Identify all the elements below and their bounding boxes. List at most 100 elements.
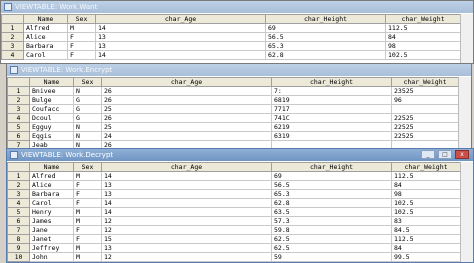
column-header[interactable]: char_Age — [95, 14, 266, 24]
row-number[interactable]: 2 — [7, 180, 30, 190]
table-cell[interactable]: 62.8 — [271, 198, 392, 208]
window-title-bar[interactable]: VIEWTABLE: Work.Want — [1, 1, 473, 13]
table-row[interactable]: 7 Jane F 12 59.8 84.5 — [7, 225, 461, 235]
table-cell[interactable]: Eqgis — [29, 131, 74, 141]
table-cell[interactable]: 25 — [101, 122, 272, 132]
table-cell[interactable]: 6319 — [271, 131, 392, 141]
table-row[interactable]: 2 Alice F 13 56.5 84 — [7, 180, 461, 190]
table-cell[interactable]: N — [73, 131, 102, 141]
table-cell[interactable]: F — [73, 189, 102, 199]
column-header[interactable]: Sex — [67, 14, 96, 24]
table-cell[interactable]: 99.5 — [391, 252, 461, 262]
table-cell[interactable]: 69 — [265, 23, 386, 33]
table-cell[interactable]: Bnivee — [29, 86, 74, 96]
row-number[interactable]: 5 — [7, 122, 30, 132]
row-number[interactable]: 7 — [7, 225, 30, 235]
table-cell[interactable]: Dcoul — [29, 113, 74, 123]
table-cell[interactable]: 59.8 — [271, 225, 392, 235]
table-cell[interactable]: 13 — [95, 32, 266, 42]
table-cell[interactable]: M — [73, 207, 102, 217]
table-row[interactable]: 2 Bulge G 26 6819 96 — [7, 95, 459, 105]
table-cell[interactable]: 98 — [385, 41, 461, 51]
row-number[interactable]: 2 — [1, 32, 24, 42]
table-cell[interactable]: 65.3 — [265, 41, 386, 51]
table-cell[interactable]: 102.5 — [385, 50, 461, 60]
table-cell[interactable]: M — [73, 216, 102, 226]
table-cell[interactable]: 62.8 — [265, 50, 386, 60]
window-title-bar[interactable]: VIEWTABLE: Work.Decrypt _ □ x — [7, 149, 473, 161]
row-number[interactable]: 4 — [7, 113, 30, 123]
table-cell[interactable]: 57.3 — [271, 216, 392, 226]
table-row[interactable]: 6 Eqgis N 24 6319 22525 — [7, 131, 459, 141]
table-row[interactable]: 8 Janet F 15 62.5 112.5 — [7, 234, 461, 244]
table-cell[interactable] — [391, 104, 459, 114]
row-number[interactable]: 3 — [7, 189, 30, 199]
table-cell[interactable]: 112.5 — [391, 234, 461, 244]
table-cell[interactable]: F — [73, 234, 102, 244]
column-header[interactable]: Name — [29, 162, 74, 172]
table-cell[interactable]: 13 — [101, 243, 272, 253]
row-number[interactable]: 9 — [7, 243, 30, 253]
column-header[interactable]: char_Height — [265, 14, 386, 24]
column-header[interactable]: char_Age — [101, 162, 272, 172]
table-row[interactable]: 1 Alfred M 14 69 112.5 — [1, 23, 461, 33]
table-cell[interactable]: 84.5 — [391, 225, 461, 235]
table-cell[interactable]: Barbara — [23, 41, 68, 51]
table-cell[interactable]: N — [73, 86, 102, 96]
table-row[interactable]: 4 Dcoul G 26 741C 22525 — [7, 113, 459, 123]
table-cell[interactable]: John — [29, 252, 74, 262]
table-cell[interactable]: Jeffrey — [29, 243, 74, 253]
row-number[interactable]: 1 — [1, 23, 24, 33]
table-cell[interactable]: F — [67, 32, 96, 42]
data-grid[interactable]: Name Sex char_Age char_Height char_Weight 1 Al… — [1, 14, 461, 60]
table-cell[interactable]: 22525 — [391, 131, 459, 141]
row-number[interactable]: 5 — [7, 207, 30, 217]
row-number[interactable]: 1 — [7, 86, 30, 96]
close-button[interactable]: x — [455, 150, 469, 159]
column-header[interactable]: char_Weight — [391, 162, 461, 172]
column-header[interactable]: char_Height — [271, 162, 392, 172]
table-cell[interactable]: 13 — [101, 180, 272, 190]
row-number[interactable]: 6 — [7, 216, 30, 226]
row-number[interactable]: 3 — [7, 104, 30, 114]
table-row[interactable]: 10 John M 12 59 99.5 — [7, 252, 461, 262]
table-cell[interactable]: 14 — [101, 207, 272, 217]
table-cell[interactable]: Alice — [29, 180, 74, 190]
vertical-scrollbar[interactable] — [460, 162, 473, 262]
table-cell[interactable]: 112.5 — [391, 171, 461, 181]
table-cell[interactable]: F — [73, 180, 102, 190]
table-cell[interactable]: N — [73, 122, 102, 132]
column-header[interactable]: char_Weight — [385, 14, 461, 24]
column-header[interactable]: Name — [23, 14, 68, 24]
table-cell[interactable]: 13 — [95, 41, 266, 51]
row-number[interactable]: 6 — [7, 131, 30, 141]
table-cell[interactable]: 56.5 — [265, 32, 386, 42]
table-cell[interactable]: 15 — [101, 234, 272, 244]
table-cell[interactable]: 102.5 — [391, 198, 461, 208]
table-cell[interactable]: 14 — [101, 198, 272, 208]
table-cell[interactable]: 96 — [391, 95, 459, 105]
row-number[interactable]: 4 — [7, 198, 30, 208]
maximize-button[interactable]: □ — [438, 150, 452, 159]
table-cell[interactable]: 7717 — [271, 104, 392, 114]
table-row[interactable]: 3 Barbara F 13 65.3 98 — [7, 189, 461, 199]
table-row[interactable]: 4 Carol F 14 62.8 102.5 — [1, 50, 461, 60]
table-row[interactable]: 4 Carol F 14 62.8 102.5 — [7, 198, 461, 208]
minimize-button[interactable]: _ — [421, 150, 435, 159]
table-cell[interactable]: M — [73, 252, 102, 262]
data-grid[interactable]: Name Sex char_Age char_Height char_Weight 1 Al… — [7, 162, 461, 262]
table-cell[interactable]: M — [67, 23, 96, 33]
column-header[interactable]: Sex — [73, 77, 102, 87]
table-row[interactable]: 6 James M 12 57.3 83 — [7, 216, 461, 226]
table-cell[interactable]: 24 — [101, 131, 272, 141]
table-cell[interactable]: 83 — [391, 216, 461, 226]
table-cell[interactable]: 7: — [271, 86, 392, 96]
table-cell[interactable]: M — [73, 171, 102, 181]
table-row[interactable]: 1 Bnivee N 26 7: 23525 — [7, 86, 459, 96]
table-cell[interactable]: G — [73, 113, 102, 123]
table-cell[interactable]: 62.5 — [271, 234, 392, 244]
table-cell[interactable]: Janet — [29, 234, 74, 244]
table-cell[interactable]: M — [73, 243, 102, 253]
table-cell[interactable]: Alice — [23, 32, 68, 42]
corner-header[interactable] — [7, 77, 30, 87]
